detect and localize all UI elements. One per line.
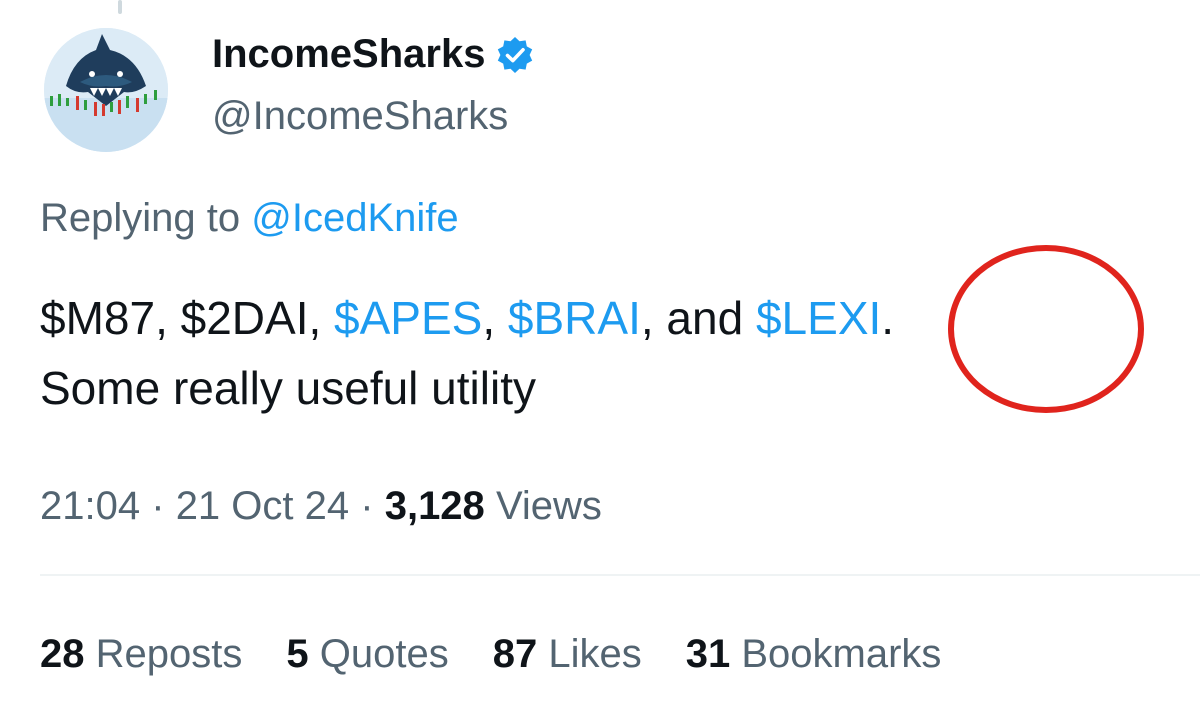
cashtag-link-lexi[interactable]: $LEXI: [756, 292, 881, 344]
tweet-text-segment: .: [881, 292, 895, 344]
replying-to-line: Replying to @IcedKnife: [40, 190, 459, 246]
tweet-text-segment: , and: [640, 292, 756, 344]
stat-count: 31: [685, 632, 731, 676]
stat-label: Bookmarks: [741, 632, 942, 676]
tweet-date[interactable]: 21 Oct 24: [176, 484, 349, 528]
red-circle-annotation: [948, 245, 1144, 413]
stat-reposts[interactable]: 28 Reposts: [40, 626, 242, 682]
cashtag-link-brai[interactable]: $BRAI: [508, 292, 641, 344]
stat-count: 28: [40, 632, 85, 676]
tweet-text-line-2: Some really useful utility: [40, 362, 536, 414]
avatar[interactable]: [44, 28, 168, 152]
thread-connector-line: [118, 0, 122, 14]
meta-separator: ·: [360, 484, 374, 528]
tweet-text-segment: $M87, $2DAI,: [40, 292, 335, 344]
views-label: Views: [495, 484, 602, 528]
stat-bookmarks[interactable]: 31 Bookmarks: [686, 626, 942, 682]
stat-label: Reposts: [95, 632, 243, 676]
author-handle[interactable]: @IncomeSharks: [212, 88, 508, 144]
replying-to-handle-link[interactable]: @IcedKnife: [251, 196, 458, 240]
stat-label: Likes: [548, 632, 642, 676]
tweet-time[interactable]: 21:04: [40, 484, 140, 528]
author-display-name[interactable]: IncomeSharks: [212, 26, 485, 82]
tweet-text-segment: ,: [482, 292, 508, 344]
stat-label: Quotes: [319, 632, 449, 676]
replying-to-prefix: Replying to: [40, 196, 252, 240]
shark-logo-icon: [44, 28, 168, 152]
engagement-stats: 28 Reposts 5 Quotes 87 Likes 31 Bookmark…: [40, 626, 941, 682]
stat-likes[interactable]: 87 Likes: [493, 626, 642, 682]
stat-count: 87: [492, 632, 538, 676]
tweet-meta: 21:04 · 21 Oct 24 · 3,128 Views: [40, 478, 602, 534]
meta-separator: ·: [151, 484, 165, 528]
divider: [40, 574, 1200, 576]
tweet-text: $M87, $2DAI, $APES, $BRAI, and $LEXI. So…: [40, 283, 894, 423]
stat-count: 5: [286, 632, 309, 676]
verified-badge-icon: [495, 34, 535, 74]
author-display-name-row[interactable]: IncomeSharks: [212, 26, 535, 82]
cashtag-link-apes[interactable]: $APES: [334, 292, 482, 344]
views-count: 3,128: [384, 484, 485, 528]
stat-quotes[interactable]: 5 Quotes: [286, 626, 448, 682]
tweet-text-line-1: $M87, $2DAI, $APES, $BRAI, and $LEXI.: [40, 283, 894, 353]
